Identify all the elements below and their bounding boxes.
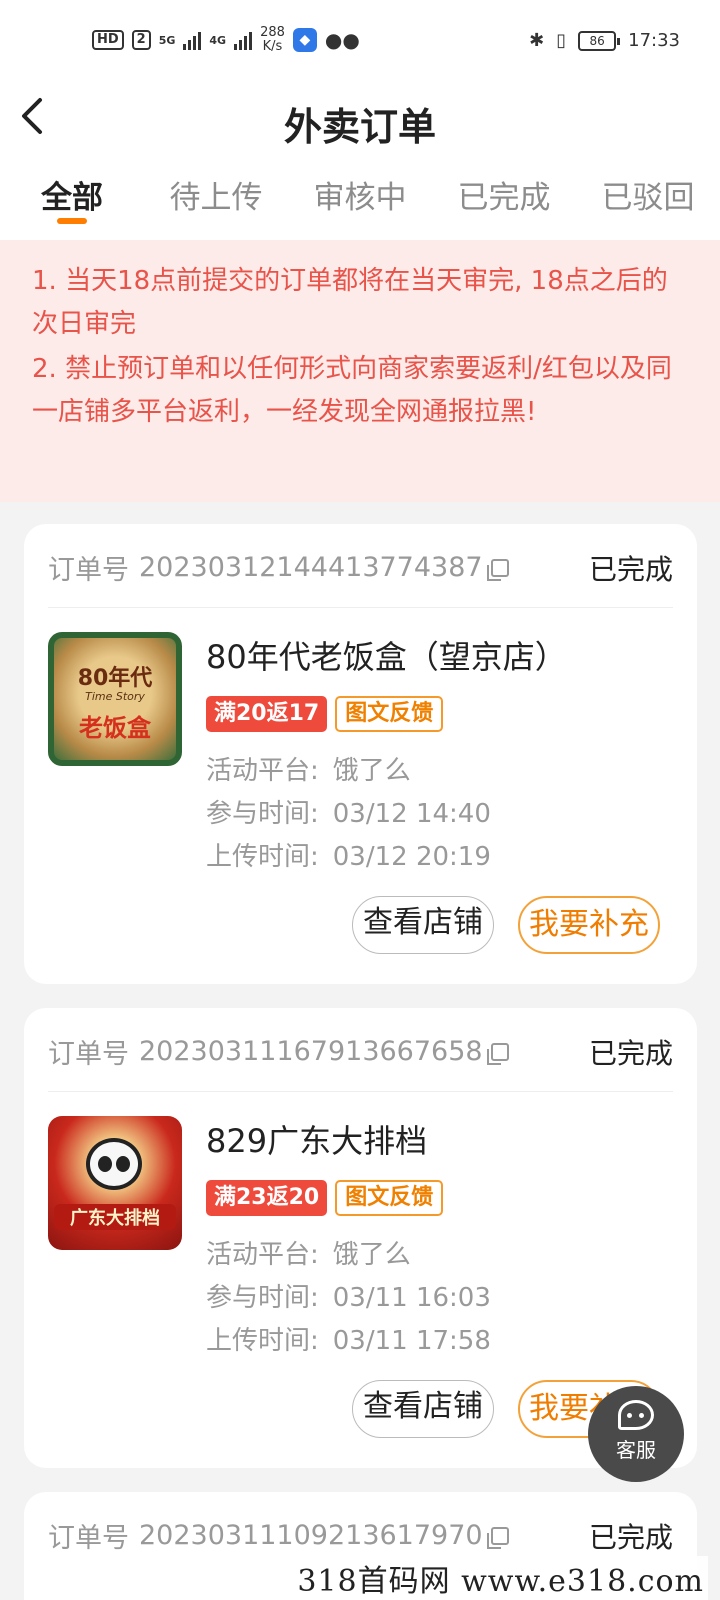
join-time-row: 参与时间: 03/11 16:03 — [206, 1277, 491, 1314]
hd-badge: HD — [92, 30, 124, 50]
order-number-label: 订单号 — [48, 555, 129, 586]
rebate-tag: 满20返17 — [206, 696, 328, 732]
tab-reviewing[interactable]: 审核中 — [288, 154, 432, 240]
tab-all[interactable]: 全部 — [0, 154, 144, 240]
status-bar: HD 2 5G 4G 288 K/s ◆ ●● ✱ ▯ 86 17:33 — [0, 0, 720, 86]
battery-level: 86 — [589, 33, 605, 48]
join-time-value: 03/11 16:03 — [332, 1283, 491, 1313]
join-time-label: 参与时间: — [206, 1283, 319, 1313]
shop-thumbnail[interactable]: 广东大排档 — [48, 1116, 182, 1250]
battery-icon: 86 — [578, 30, 621, 51]
status-left: HD 2 5G 4G 288 K/s ◆ ●● — [92, 26, 360, 54]
customer-service-label: 客服 — [616, 1438, 656, 1462]
order-number-row: 订单号 2023031214441377438​7 — [48, 548, 509, 587]
wechat-icon: ●● — [324, 28, 360, 52]
tab-bar: 全部 待上传 审核中 已完成 已驳回 — [0, 154, 720, 240]
signal-bars-icon-2 — [234, 30, 253, 50]
upload-time-row: 上传时间: 03/11 17:58 — [206, 1320, 491, 1357]
upload-time-label: 上传时间: — [206, 1326, 319, 1356]
order-card-header: 订单号 20230311167913667658 已完成 — [48, 1008, 673, 1092]
order-status: 已完成 — [588, 1521, 673, 1554]
clock: 17:33 — [628, 30, 680, 51]
upload-time-label: 上传时间: — [206, 842, 319, 872]
order-number-label: 订单号 — [48, 1039, 129, 1070]
notice-line-1: 1. 当天18点前提交的订单都将在当天审完, 18点之后的次日审完 — [32, 266, 668, 339]
upload-time-row: 上传时间: 03/12 20:19 — [206, 836, 491, 873]
supplement-button[interactable]: 我要补充 — [518, 896, 660, 954]
copy-icon[interactable] — [486, 1042, 509, 1065]
order-status: 已完成 — [588, 1037, 673, 1070]
thumb-text-top: 80年代 — [77, 666, 153, 691]
upload-time-value: 03/11 17:58 — [332, 1326, 491, 1356]
net1-label: 5G — [158, 33, 176, 47]
feedback-type-tag: 图文反馈 — [335, 1180, 444, 1216]
sim-badge: 2 — [131, 30, 151, 50]
watermark: 318首码网 www.e318.com — [293, 1556, 708, 1600]
join-time-row: 参与时间: 03/12 14:40 — [206, 793, 491, 830]
order-number: 20230311109213617970 — [139, 1520, 483, 1551]
thumb-text-bottom: 老饭盒 — [79, 714, 151, 742]
join-time-label: 参与时间: — [206, 799, 319, 829]
tab-rejected[interactable]: 已驳回 — [576, 154, 720, 240]
panda-mascot-icon — [86, 1138, 142, 1190]
rebate-tag: 满23返20 — [206, 1180, 328, 1216]
net2-label: 4G — [209, 33, 227, 47]
vibrate-icon: ▯ — [556, 30, 567, 51]
platform-label: 活动平台: — [206, 1240, 319, 1270]
tab-reviewing-label: 审核中 — [313, 180, 407, 216]
order-card: 订单号 20230311167913667658 已完成 广东大排档 829广东… — [24, 1008, 697, 1468]
tab-rejected-label: 已驳回 — [601, 180, 695, 216]
shop-name: 829广东大排档 — [206, 1122, 428, 1160]
order-card: 订单号 2023031214441377438​7 已完成 80年代 Time … — [24, 524, 697, 984]
order-number-row: 订单号 20230311109213617970 — [48, 1516, 509, 1555]
platform-label: 活动平台: — [206, 756, 319, 786]
tab-pending-upload[interactable]: 待上传 — [144, 154, 288, 240]
upload-time-value: 03/12 20:19 — [332, 842, 491, 872]
order-number: 2023031214441377438​7 — [139, 552, 483, 583]
join-time-value: 03/12 14:40 — [332, 799, 491, 829]
thumb-text-mid: Time Story — [85, 690, 145, 703]
shop-name: 80年代老饭盒（望京店） — [206, 638, 567, 676]
customer-service-button[interactable]: 客服 — [588, 1386, 684, 1482]
platform-value: 饿了么 — [332, 1240, 411, 1270]
feedback-type-tag: 图文反馈 — [335, 696, 444, 732]
speed-unit: K/s — [262, 39, 283, 54]
order-number: 20230311167913667658 — [139, 1036, 483, 1067]
page-title: 外卖订单 — [283, 105, 436, 149]
platform-row: 活动平台: 饿了么 — [206, 750, 411, 787]
order-number-row: 订单号 20230311167913667658 — [48, 1032, 509, 1071]
tag-row: 满20返17 图文反馈 — [206, 696, 444, 732]
shop-thumbnail[interactable]: 80年代 Time Story 老饭盒 — [48, 632, 182, 766]
copy-icon[interactable] — [486, 1526, 509, 1549]
view-shop-button[interactable]: 查看店铺 — [352, 896, 494, 954]
order-card-header: 订单号 2023031214441377438​7 已完成 — [48, 524, 673, 608]
tab-all-label: 全部 — [41, 180, 103, 216]
nav-header: 外卖订单 — [0, 86, 720, 154]
speed-value: 288 — [260, 25, 285, 40]
tab-completed[interactable]: 已完成 — [432, 154, 576, 240]
copy-icon[interactable] — [486, 558, 509, 581]
bluetooth-icon: ✱ — [529, 30, 545, 51]
tag-row: 满23返20 图文反馈 — [206, 1180, 444, 1216]
view-shop-button[interactable]: 查看店铺 — [352, 1380, 494, 1438]
platform-row: 活动平台: 饿了么 — [206, 1234, 411, 1271]
notice-line-2: 2. 禁止预订单和以任何形式向商家索要返利/红包以及同一店铺多平台返利，一经发现… — [32, 354, 672, 427]
tab-completed-label: 已完成 — [457, 180, 551, 216]
headset-chat-icon — [618, 1400, 654, 1430]
platform-value: 饿了么 — [332, 756, 411, 786]
tab-pending-upload-label: 待上传 — [169, 180, 263, 216]
tab-active-indicator — [57, 218, 87, 224]
order-status: 已完成 — [588, 553, 673, 586]
thumb-text-bottom: 广东大排档 — [54, 1204, 176, 1230]
signal-bars-icon — [183, 30, 202, 50]
net-speed: 288 K/s — [260, 26, 285, 54]
order-number-label: 订单号 — [48, 1523, 129, 1554]
status-right: ✱ ▯ 86 17:33 — [529, 30, 680, 51]
app-icon: ◆ — [292, 28, 317, 52]
notice-banner: 1. 当天18点前提交的订单都将在当天审完, 18点之后的次日审完 2. 禁止预… — [0, 240, 720, 502]
